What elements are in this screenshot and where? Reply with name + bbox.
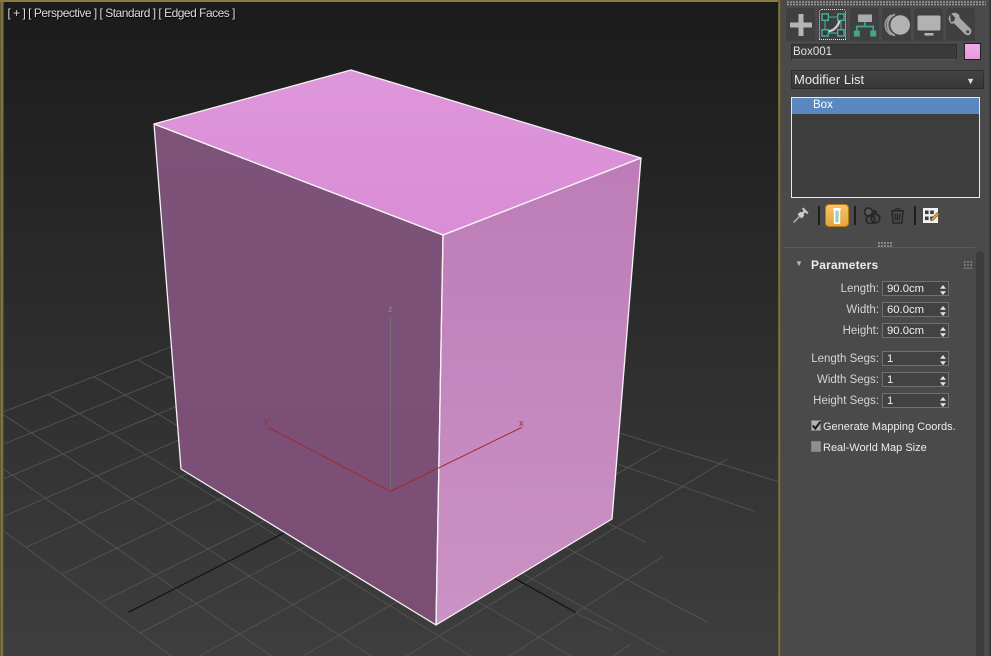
svg-text:x: x — [519, 418, 524, 428]
svg-text:y: y — [264, 416, 269, 426]
svg-text:z: z — [388, 304, 393, 314]
